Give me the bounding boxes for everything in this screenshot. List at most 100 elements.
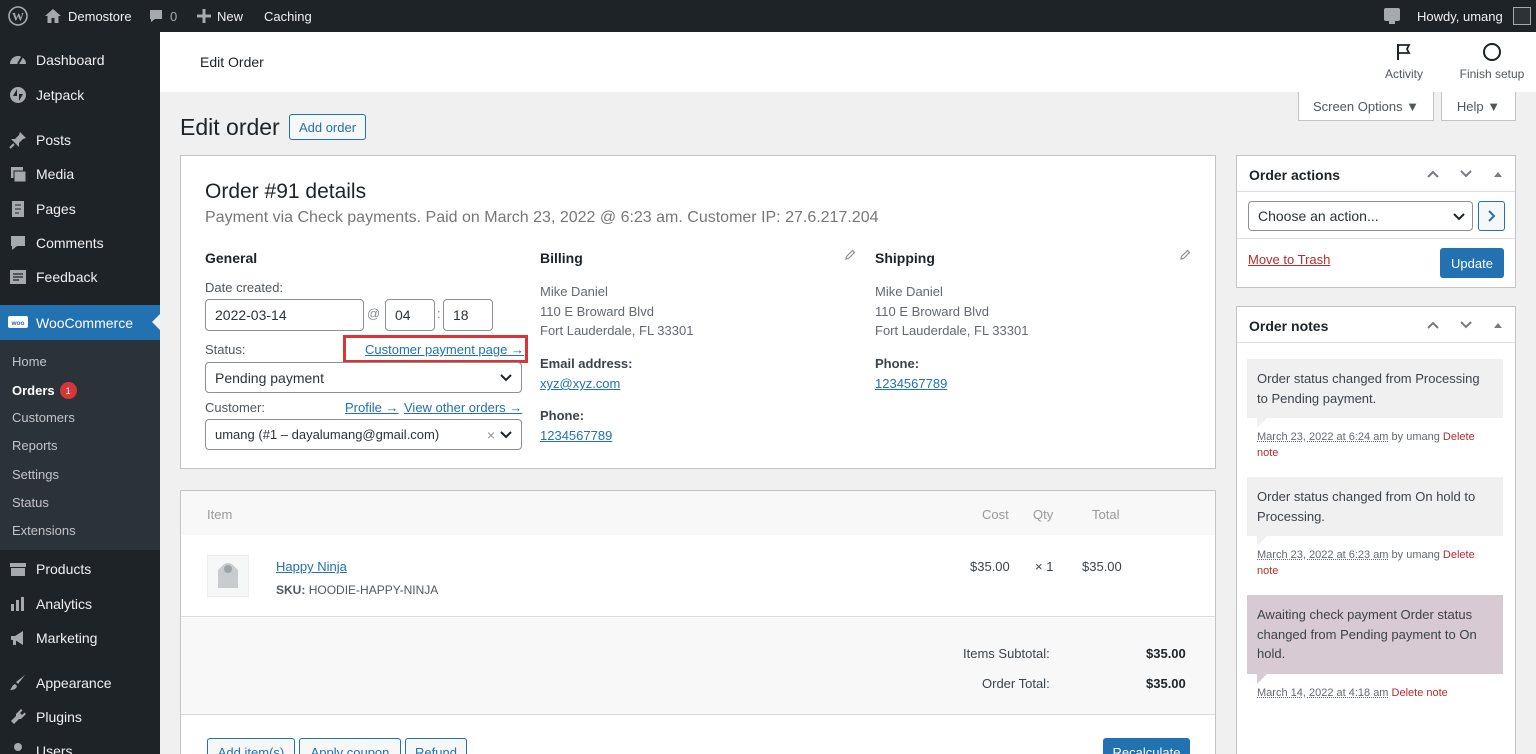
sidebar-item-comments[interactable]: Comments (0, 226, 160, 260)
sidebar-item-marketing[interactable]: Marketing (0, 621, 160, 655)
table-row: Happy Ninja SKU: HOODIE-HAPPY-NINJA $35.… (181, 535, 1215, 617)
chart-bar-icon (0, 595, 36, 613)
customer-payment-page-link[interactable]: Customer payment page → (365, 342, 524, 357)
sidebar-label: WooCommerce (36, 314, 133, 331)
comments-link[interactable]: 0 (148, 0, 177, 32)
date-created-input[interactable]: 2022-03-14 (205, 299, 364, 331)
circle-progress-icon (1483, 43, 1501, 61)
apply-action-button[interactable] (1478, 201, 1505, 231)
delete-note-link[interactable]: Delete note (1392, 687, 1448, 699)
order-note: Order status changed from Processing to … (1247, 359, 1503, 418)
billing-email-link[interactable]: xyz@xyz.com (540, 376, 620, 391)
sidebar-item-appearance[interactable]: Appearance (0, 666, 160, 700)
brush-icon (0, 674, 36, 692)
help-button[interactable]: Help ▼ (1441, 92, 1516, 121)
view-other-orders-link[interactable]: View other orders → (404, 400, 522, 415)
product-name-link[interactable]: Happy Ninja (276, 559, 347, 574)
collapse-triangle-icon[interactable] (1493, 170, 1503, 178)
chevron-down-icon[interactable] (1459, 169, 1473, 179)
home-icon (45, 9, 61, 23)
sidebar-item-pages[interactable]: Pages (0, 192, 160, 226)
shipping-phone-link[interactable]: 1234567789 (875, 376, 947, 391)
minute-input[interactable]: 18 (443, 299, 493, 331)
notification-icon[interactable] (1383, 0, 1401, 32)
order-total-label: Order Total: (982, 676, 1050, 691)
add-order-button[interactable]: Add order (289, 114, 366, 140)
general-heading: General (205, 250, 258, 266)
sidebar-label: Jetpack (36, 87, 85, 103)
apply-coupon-button[interactable]: Apply coupon (299, 738, 401, 754)
sidebar-item-plugins[interactable]: Plugins (0, 700, 160, 734)
sidebar-label: Media (36, 166, 75, 182)
refund-button[interactable]: Refund (405, 738, 467, 754)
site-name: Demostore (68, 8, 132, 24)
sidebar-item-jetpack[interactable]: Jetpack (0, 78, 160, 112)
hoodie-image (218, 563, 238, 588)
add-items-button[interactable]: Add item(s) (207, 738, 295, 754)
submenu-item-reports[interactable]: Reports (12, 438, 58, 453)
activity-label: Activity (1384, 67, 1423, 81)
media-icon (0, 165, 36, 183)
sidebar-item-woocommerce[interactable]: woo WooCommerce (0, 305, 160, 340)
sidebar-item-posts[interactable]: Posts (0, 123, 160, 157)
order-action-value: Choose an action... (1258, 208, 1379, 224)
customer-select[interactable]: umang (#1 – dayalumang@gmail.com) × (205, 419, 522, 450)
sku-label: SKU: (276, 583, 306, 597)
chevron-up-icon[interactable] (1426, 169, 1440, 179)
submenu-item-home[interactable]: Home (12, 354, 47, 369)
orders-count-badge: 1 (59, 382, 77, 399)
order-actions-header: Order actions (1237, 156, 1515, 192)
new-content-link[interactable]: New (197, 0, 243, 32)
plugin-icon (0, 708, 36, 726)
collapse-triangle-icon[interactable] (1493, 321, 1503, 329)
submenu-item-orders[interactable]: Orders 1 (12, 382, 77, 399)
sidebar-item-analytics[interactable]: Analytics (0, 587, 160, 621)
chevron-down-icon (500, 374, 512, 382)
header-title: Edit Order (200, 54, 264, 70)
wordpress-logo-icon[interactable]: W (8, 0, 28, 32)
submenu-item-settings[interactable]: Settings (12, 467, 59, 482)
page-title: Edit order (180, 114, 280, 140)
caching-link[interactable]: Caching (264, 0, 312, 32)
finish-setup-label: Finish setup (1459, 67, 1525, 81)
sidebar-item-products[interactable]: Products (0, 552, 160, 586)
finish-setup-button[interactable]: Finish setup (1452, 42, 1532, 88)
recalculate-button[interactable]: Recalculate (1103, 738, 1190, 754)
order-actions-box: Order actions Choose an action... Move t… (1236, 155, 1516, 288)
order-action-select[interactable]: Choose an action... (1248, 201, 1473, 231)
customer-order-note: Awaiting check payment Order status chan… (1247, 595, 1503, 674)
site-name-link[interactable]: Demostore (44, 0, 132, 32)
hour-input[interactable]: 04 (385, 299, 435, 331)
user-menu[interactable]: Howdy, umang (1417, 0, 1531, 32)
status-label: Status: (205, 342, 246, 357)
move-to-trash-link[interactable]: Move to Trash (1248, 252, 1330, 267)
note-meta: March 23, 2022 at 6:23 am by umang Delet… (1257, 547, 1497, 579)
screen-options-button[interactable]: Screen Options ▼ (1298, 92, 1434, 121)
sidebar-item-users[interactable]: Users (0, 734, 160, 754)
sidebar-item-dashboard[interactable]: Dashboard (0, 43, 160, 77)
note-meta: March 14, 2022 at 4:18 am Delete note (1257, 685, 1497, 701)
pencil-icon[interactable] (844, 249, 856, 261)
status-select[interactable]: Pending payment (205, 362, 522, 393)
woocommerce-header: Edit Order Activity Finish setup (160, 32, 1536, 92)
customer-profile-link[interactable]: Profile → (345, 400, 398, 415)
submenu-item-customers[interactable]: Customers (12, 410, 75, 425)
order-payment-meta: Payment via Check payments. Paid on Marc… (205, 209, 879, 226)
sidebar-label: Posts (36, 132, 72, 148)
billing-email-label: Email address: (540, 356, 633, 371)
clear-icon[interactable]: × (487, 427, 495, 443)
update-button[interactable]: Update (1440, 248, 1504, 278)
svg-text:woo: woo (11, 320, 25, 327)
chevron-up-icon[interactable] (1426, 320, 1440, 330)
activity-button[interactable]: Activity (1373, 42, 1435, 88)
sidebar-item-media[interactable]: Media (0, 157, 160, 191)
pencil-icon[interactable] (1179, 249, 1191, 261)
sidebar-item-feedback[interactable]: Feedback (0, 260, 160, 294)
submenu-item-extensions[interactable]: Extensions (12, 523, 76, 538)
items-col-cost: Cost (982, 507, 1009, 522)
order-notes-title: Order notes (1249, 318, 1329, 334)
pages-icon (0, 200, 36, 218)
billing-phone-link[interactable]: 1234567789 (540, 428, 612, 443)
submenu-item-status[interactable]: Status (12, 495, 49, 510)
chevron-down-icon[interactable] (1459, 320, 1473, 330)
